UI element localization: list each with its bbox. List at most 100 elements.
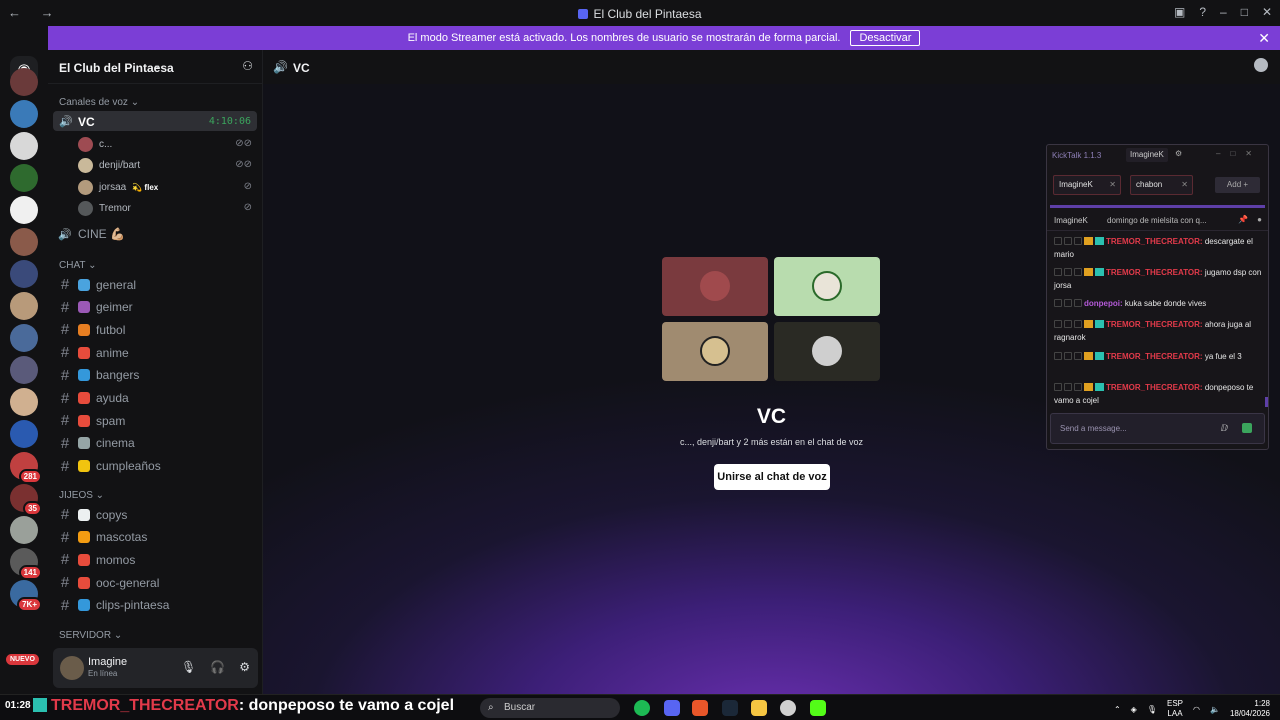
voice-user[interactable]: Tremor: [78, 201, 131, 216]
mod-action-icon[interactable]: [1074, 320, 1082, 328]
text-channel-momos[interactable]: # momos: [58, 551, 136, 568]
server-icon[interactable]: [10, 292, 38, 320]
spotify-icon[interactable]: [634, 700, 650, 716]
folder-icon[interactable]: [751, 700, 767, 716]
text-channel-anime[interactable]: # anime: [58, 344, 129, 361]
participant-tile[interactable]: [774, 257, 880, 316]
text-channel-geimer[interactable]: # geimer: [58, 299, 133, 316]
kicktalk-tab[interactable]: chabon ✕: [1130, 175, 1193, 195]
close-icon[interactable]: ✕: [1109, 176, 1116, 194]
message-user[interactable]: TREMOR_THECREATOR:: [1106, 383, 1203, 392]
pin-icon[interactable]: 📌: [1238, 215, 1248, 224]
category-voice[interactable]: Canales de voz ⌄: [59, 97, 139, 108]
gear-icon[interactable]: ⚙: [239, 660, 250, 674]
text-channel-general[interactable]: # general: [58, 276, 136, 293]
server-icon[interactable]: [10, 324, 38, 352]
server-icon[interactable]: [10, 228, 38, 256]
chat-message[interactable]: TREMOR_THECREATOR: donpeposo te vamo a c…: [1054, 381, 1262, 407]
disable-streamer-button[interactable]: Desactivar: [850, 30, 921, 46]
window-controls[interactable]: –□✕: [1216, 149, 1262, 158]
server-icon[interactable]: [10, 260, 38, 288]
participant-tile[interactable]: [662, 322, 768, 381]
mod-action-icon[interactable]: [1064, 352, 1072, 360]
text-channel-ayuda[interactable]: # ayuda: [58, 390, 129, 407]
join-voice-button[interactable]: Unirse al chat de voz: [714, 464, 830, 490]
datetime[interactable]: 1:28 18/04/2026: [1230, 699, 1270, 719]
scrollbar[interactable]: [1265, 397, 1268, 407]
mod-action-icon[interactable]: [1064, 299, 1072, 307]
chat-message[interactable]: TREMOR_THECREATOR: descargate el mario: [1054, 235, 1262, 261]
voice-channel-vc[interactable]: 🔊 VC 4:10:06: [53, 111, 257, 131]
inbox-icon[interactable]: ▣: [1174, 5, 1185, 19]
mod-action-icon[interactable]: [1074, 383, 1082, 391]
chat-bubble-icon[interactable]: [1254, 58, 1268, 72]
close-icon[interactable]: ✕: [1181, 176, 1188, 194]
server-icon[interactable]: [10, 100, 38, 128]
voice-channel-cine[interactable]: 🔊 CINE 💪🏼: [58, 227, 125, 241]
text-channel-mascotas[interactable]: # mascotas: [58, 529, 148, 546]
chevron-down-icon[interactable]: ⌄: [153, 60, 161, 71]
text-channel-copys[interactable]: # copys: [58, 506, 128, 523]
category-chat[interactable]: CHAT ⌄: [59, 260, 96, 271]
mod-action-icon[interactable]: [1054, 320, 1062, 328]
obs-icon[interactable]: [780, 700, 796, 716]
mod-action-icon[interactable]: [1074, 299, 1082, 307]
chat-message[interactable]: donpepoi: kuka sabe donde vives: [1054, 297, 1262, 310]
minimize-icon[interactable]: –: [1220, 5, 1227, 19]
server-folder-icon[interactable]: 7K+: [10, 580, 42, 612]
voice-user[interactable]: denji/bart: [78, 158, 140, 173]
emoji-icon[interactable]: [1242, 423, 1252, 433]
help-icon[interactable]: ?: [1199, 5, 1206, 19]
close-icon[interactable]: ✕: [1262, 5, 1272, 19]
headphones-icon[interactable]: 🎧: [210, 660, 225, 674]
text-channel-cumpleaños[interactable]: # cumpleaños: [58, 458, 161, 475]
server-icon[interactable]: 141: [10, 548, 42, 580]
text-channel-futbol[interactable]: # futbol: [58, 321, 126, 338]
chevron-up-icon[interactable]: ⌃: [1114, 705, 1121, 714]
guild-header[interactable]: El Club del Pintaesa ⌄ ⚇: [48, 50, 263, 84]
mod-action-icon[interactable]: [1054, 268, 1062, 276]
voice-user[interactable]: c...: [78, 137, 112, 152]
chat-message[interactable]: TREMOR_THECREATOR: ahora juga al ragnaro…: [1054, 318, 1262, 344]
kicktalk-message-input[interactable]: Send a message... ⅅ: [1050, 413, 1265, 444]
server-icon[interactable]: 35: [10, 484, 42, 516]
text-channel-spam[interactable]: # spam: [58, 412, 126, 429]
server-icon[interactable]: [10, 516, 38, 544]
server-icon[interactable]: [10, 420, 38, 448]
text-channel-cinema[interactable]: # cinema: [58, 435, 135, 452]
mod-action-icon[interactable]: [1074, 352, 1082, 360]
message-user[interactable]: TREMOR_THECREATOR:: [1106, 268, 1203, 277]
server-icon[interactable]: 281: [10, 452, 42, 484]
add-friend-icon[interactable]: ⚇: [242, 59, 253, 73]
message-user[interactable]: TREMOR_THECREATOR:: [1106, 320, 1203, 329]
kick-icon[interactable]: [810, 700, 826, 716]
chat-message[interactable]: TREMOR_THECREATOR: jugamo dsp con jorsa: [1054, 266, 1262, 292]
category-servidor[interactable]: SERVIDOR ⌄: [59, 630, 122, 641]
gamepad-icon[interactable]: ◈: [1131, 705, 1137, 714]
taskbar-search[interactable]: ⌕ Buscar: [480, 698, 620, 718]
user-icon[interactable]: ●: [1257, 215, 1262, 224]
gear-icon[interactable]: ⚙: [1175, 149, 1182, 158]
maximize-icon[interactable]: □: [1241, 5, 1248, 19]
steam-icon[interactable]: [722, 700, 738, 716]
server-icon[interactable]: [10, 356, 38, 384]
volume-icon[interactable]: 🔈: [1210, 705, 1220, 714]
mod-action-icon[interactable]: [1074, 237, 1082, 245]
message-user[interactable]: TREMOR_THECREATOR:: [1106, 237, 1203, 246]
microphone-icon[interactable]: 🎙: [181, 660, 196, 674]
server-icon[interactable]: [10, 164, 38, 192]
mod-action-icon[interactable]: [1054, 237, 1062, 245]
text-channel-clips-pintaesa[interactable]: # clips-pintaesa: [58, 597, 170, 614]
participant-tile[interactable]: [662, 257, 768, 316]
server-icon[interactable]: [10, 196, 38, 224]
avatar[interactable]: [60, 656, 84, 680]
text-channel-bangers[interactable]: # bangers: [58, 367, 140, 384]
mod-action-icon[interactable]: [1054, 352, 1062, 360]
kicktalk-tab[interactable]: ImagineK ✕: [1053, 175, 1121, 195]
discord-icon[interactable]: [664, 700, 680, 716]
participant-tile[interactable]: [774, 322, 880, 381]
mod-action-icon[interactable]: [1064, 268, 1072, 276]
add-channel-button[interactable]: Add +: [1215, 177, 1260, 193]
wifi-icon[interactable]: ◠: [1193, 705, 1200, 714]
server-icon[interactable]: [10, 388, 38, 416]
